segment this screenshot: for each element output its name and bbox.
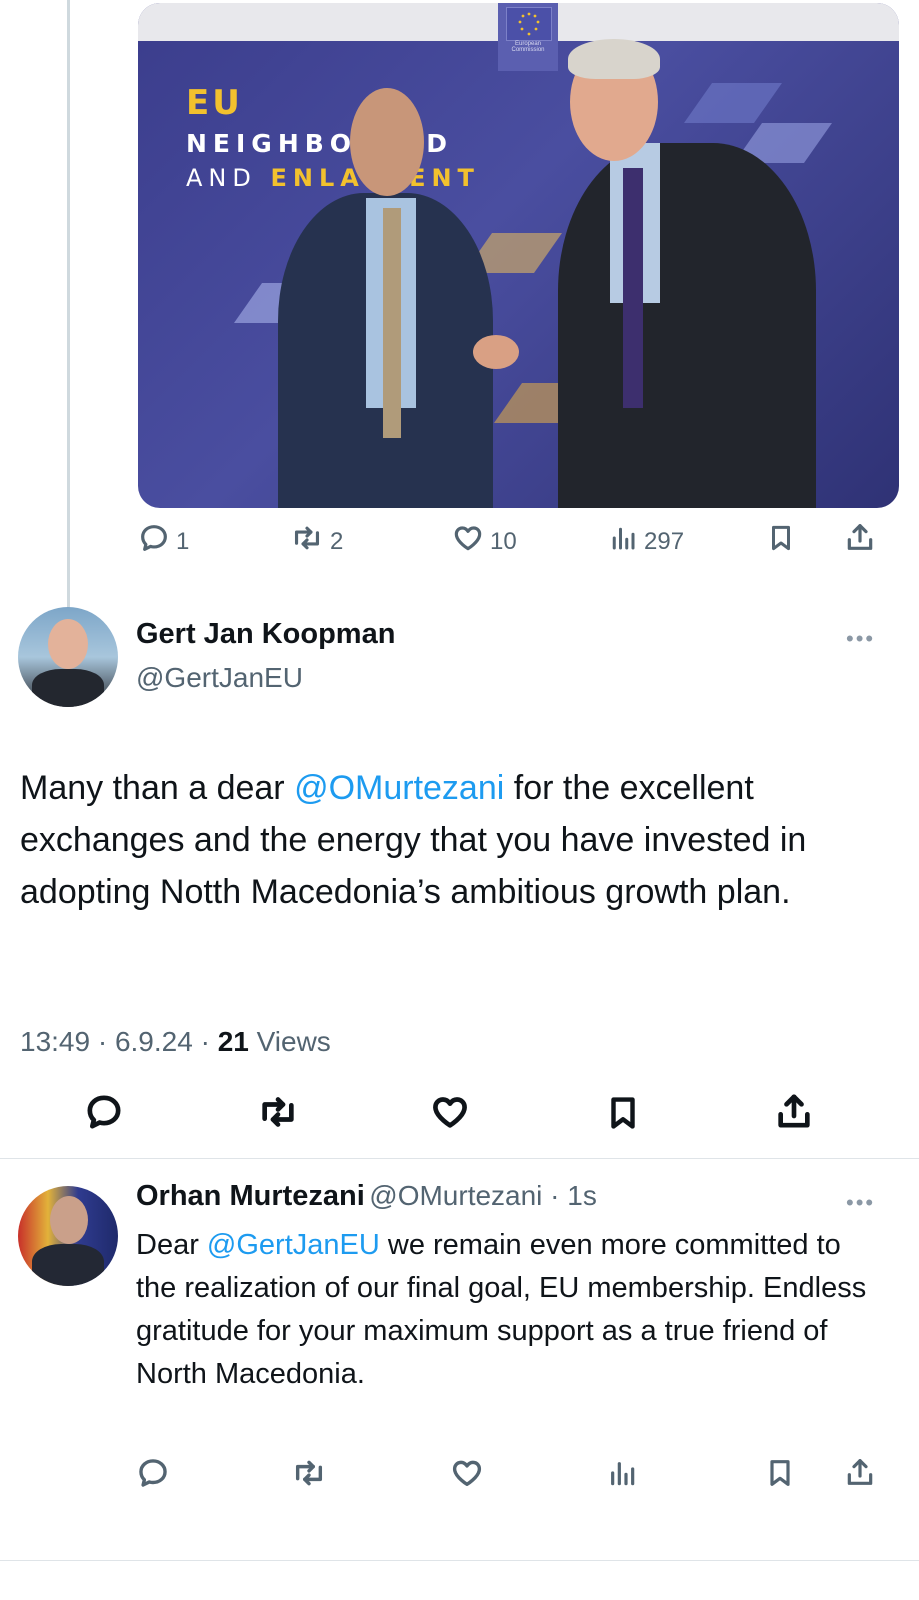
like-count: 10 <box>490 527 517 555</box>
main-like-button[interactable] <box>430 1092 470 1139</box>
thread-connector-line <box>67 0 70 610</box>
repost-icon <box>256 1092 300 1139</box>
reply-share-button[interactable] <box>844 1454 876 1497</box>
share-icon <box>844 520 876 561</box>
views-action[interactable]: 297 <box>608 522 684 561</box>
reply-icon <box>138 522 170 561</box>
divider <box>0 1560 919 1561</box>
more-options-icon[interactable]: ••• <box>846 626 875 652</box>
banner-line2: NEIGHBO OOD <box>186 129 454 158</box>
mention-link[interactable]: @OMurtezani <box>294 769 504 807</box>
views-icon <box>608 522 638 561</box>
european-commission-logo: European Commission <box>498 3 558 71</box>
reply-text: Dear @GertJanEU we remain even more comm… <box>136 1229 867 1390</box>
author-name[interactable]: Gert Jan Koopman <box>136 618 395 651</box>
author-avatar[interactable] <box>18 607 118 707</box>
avatar-face <box>50 1196 88 1244</box>
share-icon <box>844 1454 876 1497</box>
main-share-button[interactable] <box>774 1090 814 1139</box>
share-action[interactable] <box>844 520 876 561</box>
reply-views-button[interactable] <box>606 1456 638 1497</box>
author-handle[interactable]: @GertJanEU <box>136 662 303 694</box>
tweet-text: Many than a dear @OMurtezani for the exc… <box>20 769 807 911</box>
reply-author-handle[interactable]: @OMurtezani <box>369 1180 542 1211</box>
repost-count: 2 <box>330 527 344 555</box>
person-right-hair <box>568 39 660 79</box>
reply-count: 1 <box>176 527 190 555</box>
person-left-head <box>350 88 424 196</box>
main-repost-button[interactable] <box>256 1092 300 1139</box>
reply-repost-button[interactable] <box>290 1456 328 1497</box>
reply-author-name[interactable]: Orhan Murtezani <box>136 1180 365 1212</box>
reply-author-avatar[interactable] <box>18 1186 118 1286</box>
reply-time: · 1s <box>542 1180 597 1211</box>
main-bookmark-button[interactable] <box>604 1092 642 1141</box>
heart-icon <box>430 1092 470 1139</box>
avatar-suit <box>32 669 104 707</box>
main-reply-button[interactable] <box>84 1092 124 1139</box>
heart-icon <box>452 522 484 561</box>
reply-bookmark-button[interactable] <box>764 1456 796 1497</box>
heart-icon <box>450 1456 484 1497</box>
reply-icon <box>84 1092 124 1139</box>
repost-action[interactable]: 2 <box>290 522 343 561</box>
share-icon <box>774 1090 814 1139</box>
bookmark-action[interactable] <box>766 522 796 561</box>
views-number: 21 <box>217 1026 249 1057</box>
reply-like-button[interactable] <box>450 1456 484 1497</box>
tweet-photo[interactable]: European Commission EU NEIGHBO OOD AND E… <box>138 3 899 508</box>
person-right-suit <box>558 143 816 508</box>
divider <box>0 1158 919 1159</box>
like-action[interactable]: 10 <box>452 522 517 561</box>
bookmark-icon <box>766 522 796 561</box>
banner-line3: AND ENLA MENT <box>186 164 480 192</box>
repost-icon <box>290 1456 328 1497</box>
banner-eu: EU <box>186 83 243 123</box>
tweet-timestamp: 13:49 · 6.9.24 · 21 Views <box>20 1026 331 1057</box>
person-left-tie <box>383 208 401 438</box>
avatar-suit <box>32 1244 104 1286</box>
reply-icon <box>136 1456 170 1497</box>
reply-mention-link[interactable]: @GertJanEU <box>207 1229 380 1261</box>
decor-shape <box>683 83 783 123</box>
bookmark-icon <box>604 1092 642 1141</box>
reply-action[interactable]: 1 <box>138 522 189 561</box>
reply-more-options-icon[interactable]: ••• <box>846 1190 875 1216</box>
person-right-tie <box>623 168 643 408</box>
ec-label: European Commission <box>511 41 545 53</box>
bookmark-icon <box>764 1456 796 1497</box>
photo-banner: EU NEIGHBO OOD AND ENLA MENT <box>186 83 480 192</box>
eu-flag-icon <box>506 7 552 41</box>
reply-reply-button[interactable] <box>136 1456 170 1497</box>
repost-icon <box>290 522 324 561</box>
views-count: 297 <box>644 527 685 555</box>
reply-header: Orhan Murtezani @OMurtezani · 1s <box>136 1180 597 1213</box>
views-icon <box>606 1456 638 1497</box>
handshake <box>473 335 519 369</box>
avatar-face <box>48 619 88 669</box>
